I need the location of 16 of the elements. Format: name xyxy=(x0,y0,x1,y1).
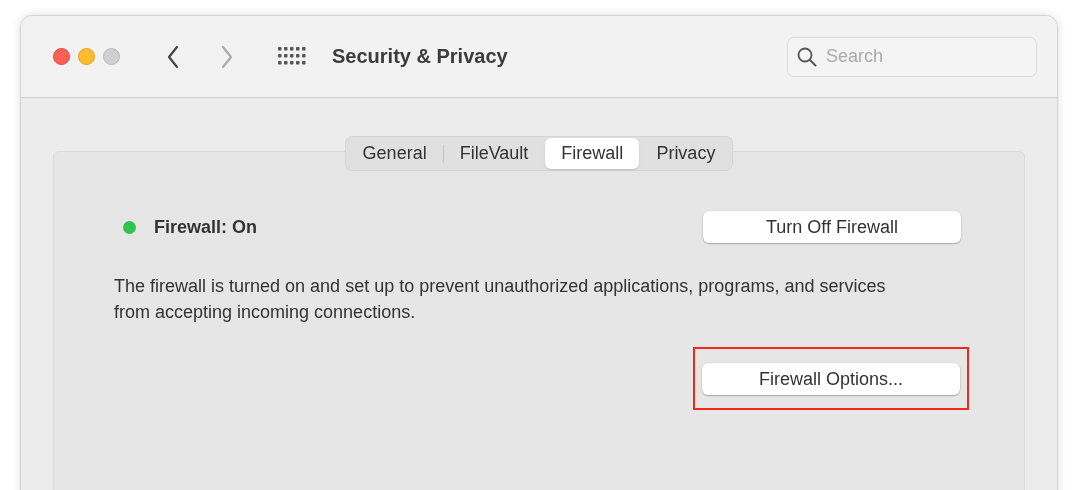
search-field[interactable]: Search xyxy=(787,36,1037,77)
firewall-status: Firewall: On xyxy=(154,216,258,238)
forward-icon[interactable] xyxy=(220,44,234,69)
tab[interactable]: Firewall xyxy=(545,138,640,169)
tab[interactable]: General xyxy=(346,138,443,169)
firewall-options-button[interactable]: Firewall Options... xyxy=(702,363,960,395)
firewall-description: The firewall is turned on and set up to prevent unauthorized applications, programs, and services from accepting incoming connections. xyxy=(114,275,887,324)
tab[interactable]: Privacy xyxy=(640,138,732,169)
back-icon[interactable] xyxy=(166,44,180,69)
window-title: Security & Privacy xyxy=(332,45,508,68)
close-button[interactable] xyxy=(53,48,70,65)
search-icon xyxy=(797,46,817,67)
minimize-button[interactable] xyxy=(78,48,95,65)
tab[interactable]: FileVault xyxy=(443,138,545,169)
grid-icon[interactable] xyxy=(278,46,306,67)
turn-off-firewall-button[interactable]: Turn Off Firewall xyxy=(703,211,961,243)
